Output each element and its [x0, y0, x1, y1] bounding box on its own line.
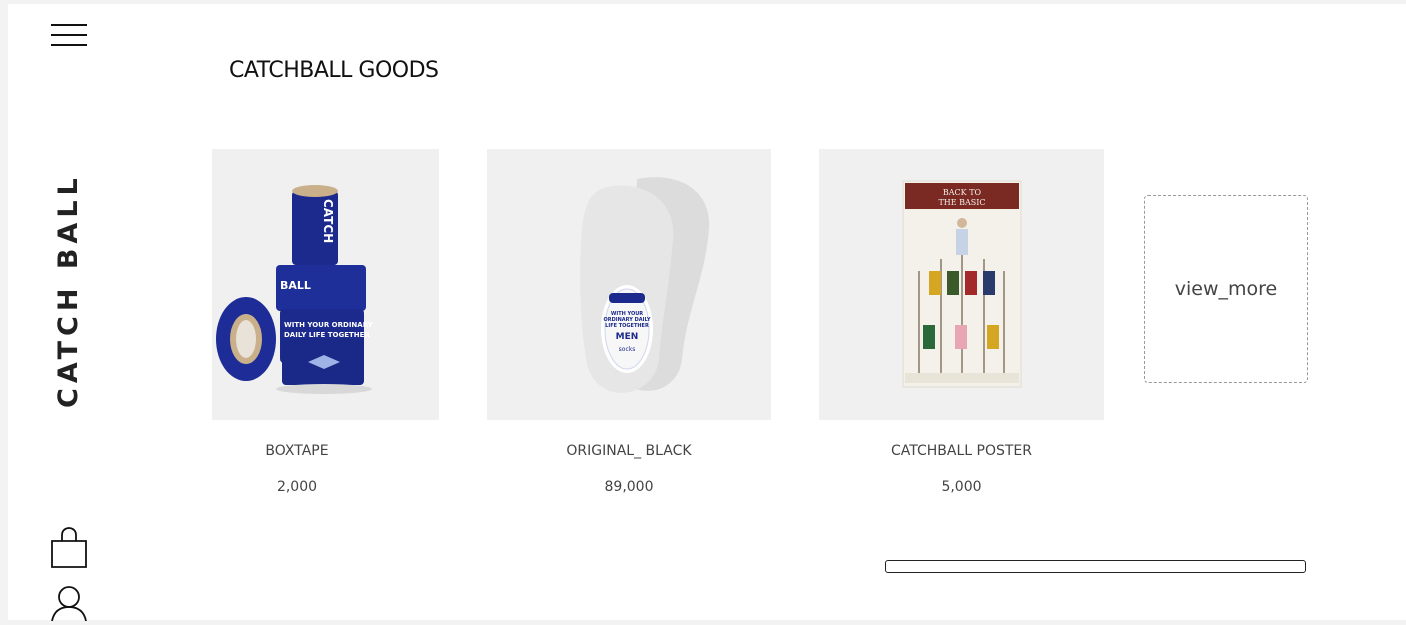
shopping-bag-icon[interactable]: [50, 527, 90, 569]
svg-text:BALL: BALL: [280, 279, 311, 292]
product-price: 2,000: [276, 479, 318, 495]
svg-text:BACK TO: BACK TO: [943, 188, 982, 197]
product-price: 89,000: [604, 479, 654, 495]
view-more-button[interactable]: view_more: [1144, 195, 1308, 383]
svg-text:MEN: MEN: [616, 332, 639, 342]
product-name[interactable]: BOXTAPE: [212, 443, 382, 459]
product-name[interactable]: CATCHBALL POSTER: [819, 443, 1104, 459]
product-card-catchball-poster[interactable]: BACK TO THE BASIC CATCHBALL POSTER 5,000: [819, 149, 1104, 509]
section-title: CATCHBALL GOODS: [229, 58, 439, 83]
user-icon[interactable]: [50, 585, 90, 622]
product-image-socks[interactable]: WITH YOUR ORDINARY DAILY LIFE TOGETHER M…: [487, 149, 771, 420]
product-price: 5,000: [941, 479, 982, 495]
product-name[interactable]: ORIGINAL_ BLACK: [487, 443, 771, 459]
svg-text:DAILY LIFE TOGETHER: DAILY LIFE TOGETHER: [284, 331, 370, 339]
horizontal-scrollbar[interactable]: [885, 560, 1306, 573]
svg-text:WITH YOUR ORDINARY: WITH YOUR ORDINARY: [284, 321, 374, 329]
product-card-original-black[interactable]: WITH YOUR ORDINARY DAILY LIFE TOGETHER M…: [487, 149, 771, 509]
product-image-poster[interactable]: BACK TO THE BASIC: [819, 149, 1104, 420]
svg-text:THE BASIC: THE BASIC: [938, 198, 985, 207]
svg-text:socks: socks: [619, 346, 636, 353]
product-card-boxtape[interactable]: CATCH BALL WITH YOUR ORDINARY DAILY LIFE…: [212, 149, 439, 509]
product-image-boxtape[interactable]: CATCH BALL WITH YOUR ORDINARY DAILY LIFE…: [212, 149, 439, 420]
svg-text:LIFE TOGETHER: LIFE TOGETHER: [605, 323, 649, 329]
hamburger-menu-icon[interactable]: [51, 22, 88, 48]
svg-text:CATCH: CATCH: [321, 199, 335, 243]
brand-logo[interactable]: CATCH BALL: [51, 168, 87, 408]
